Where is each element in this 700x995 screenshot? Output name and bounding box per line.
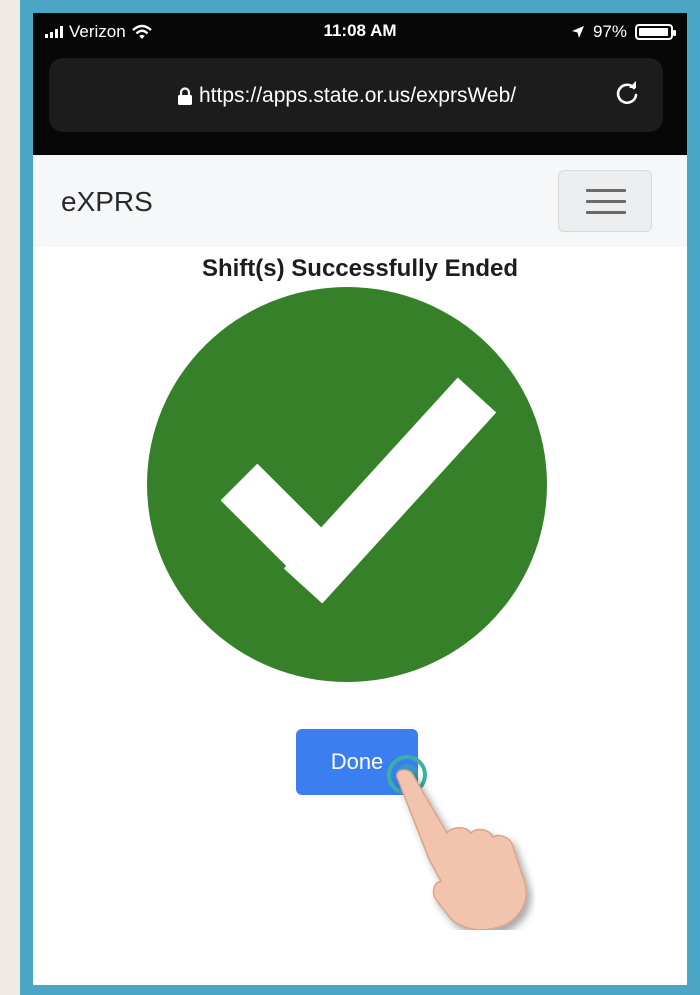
hamburger-menu-icon[interactable] xyxy=(558,170,652,232)
battery-icon xyxy=(635,24,676,40)
address-bar[interactable]: https://apps.state.or.us/exprsWeb/ xyxy=(49,58,663,132)
page-title: Shift(s) Successfully Ended xyxy=(201,255,519,282)
app-brand[interactable]: eXPRS xyxy=(61,186,153,218)
reload-icon[interactable] xyxy=(611,78,643,110)
url-display[interactable]: https://apps.state.or.us/exprsWeb/ xyxy=(177,84,516,108)
phone-screen: Verizon 11:08 AM 97% https://apps.state.… xyxy=(33,13,687,985)
checkmark-icon xyxy=(147,287,547,682)
battery-percent: 97% xyxy=(592,22,627,41)
location-arrow-icon xyxy=(571,26,584,38)
browser-chrome: Verizon 11:08 AM 97% https://apps.state.… xyxy=(33,13,687,155)
app-navbar: eXPRS xyxy=(33,155,687,247)
status-bar: Verizon 11:08 AM 97% xyxy=(33,13,687,51)
pointing-hand-icon xyxy=(387,755,527,930)
url-text: https://apps.state.or.us/exprsWeb/ xyxy=(199,84,517,107)
lock-icon xyxy=(178,86,192,105)
status-right: 97% xyxy=(571,22,676,42)
